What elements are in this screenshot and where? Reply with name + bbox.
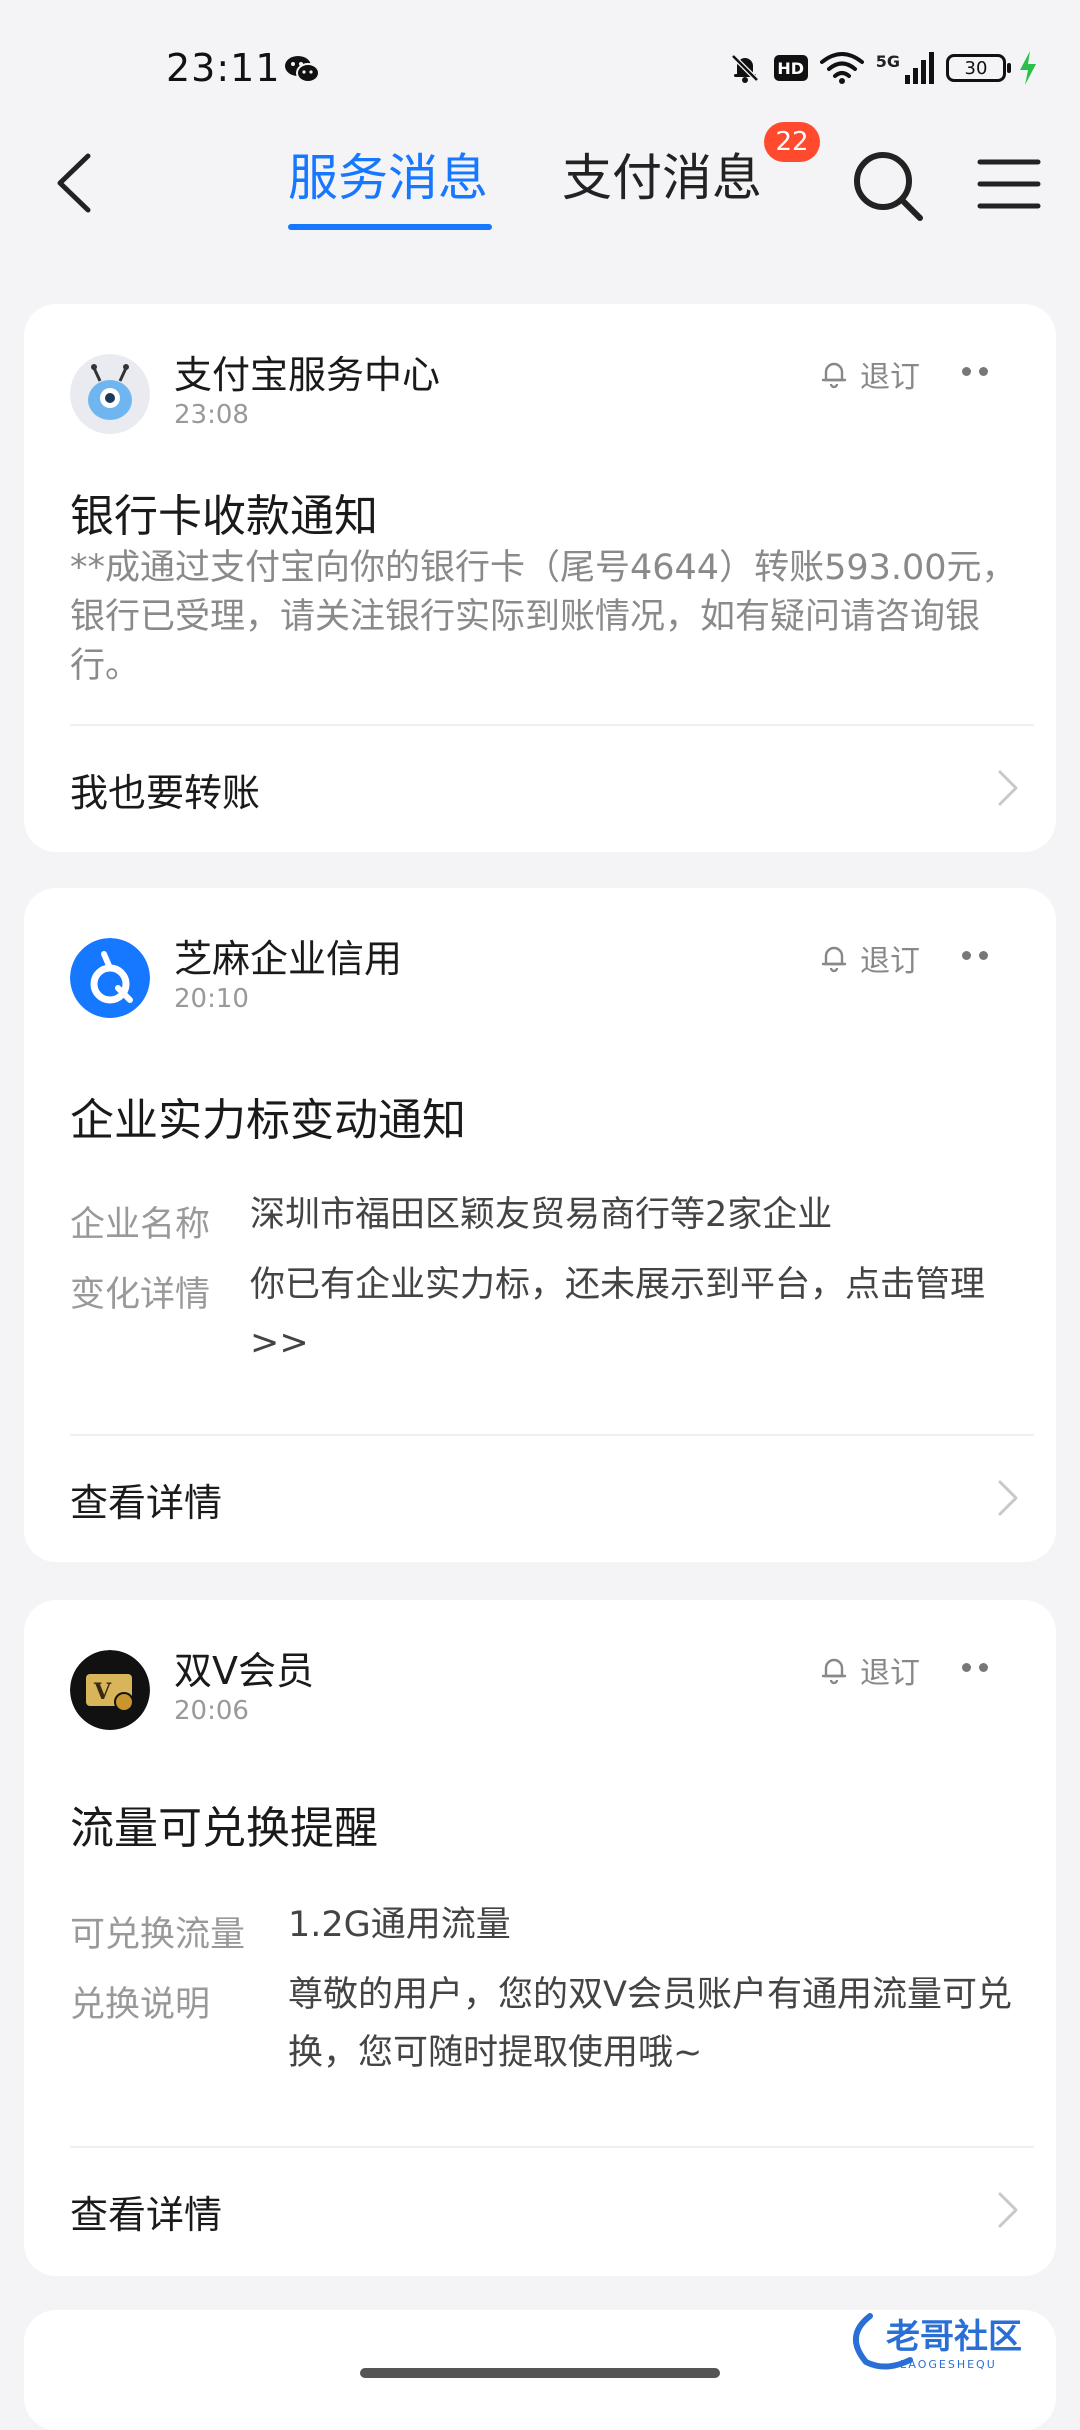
signal-icon xyxy=(905,52,934,84)
field-value: 1.2G通用流量 xyxy=(288,1905,511,1945)
watermark-text: 老哥社区 xyxy=(886,2317,1022,2357)
view-details-link[interactable]: 查看详情 xyxy=(70,1472,222,1527)
card-divider xyxy=(70,1434,1034,1436)
charging-icon xyxy=(1020,51,1036,85)
card-title: 企业实力标变动通知 xyxy=(70,1095,466,1146)
chevron-right-icon xyxy=(998,2192,1018,2228)
field-label: 兑换说明 xyxy=(70,1985,211,2025)
wechat-icon xyxy=(285,56,320,83)
bell-icon xyxy=(821,946,847,973)
card-divider xyxy=(70,724,1034,726)
active-tab-indicator xyxy=(288,224,492,230)
tab-payment-messages[interactable]: 支付消息 xyxy=(562,138,762,210)
tab-service-messages[interactable]: 服务消息 xyxy=(288,138,488,210)
chevron-right-icon xyxy=(998,1480,1018,1516)
field-value: 尊敬的用户，您的双V会员账户有通用流量可兑换，您可随时提取使用哦~ xyxy=(288,1975,1012,2073)
transfer-action-link[interactable]: 我也要转账 xyxy=(70,762,260,817)
card-title: 银行卡收款通知 xyxy=(70,491,378,542)
search-icon[interactable] xyxy=(850,148,926,224)
chevron-right-icon xyxy=(998,770,1018,806)
hd-icon: HD xyxy=(773,55,808,81)
watermark-subtext: LAOGESHEQU xyxy=(900,2358,997,2371)
message-card[interactable]: 支付宝服务中心 23:08 退订 银行卡收款通知 **成通过支付宝向你的银行卡（… xyxy=(24,304,1056,852)
status-time: 23:11 xyxy=(166,46,281,90)
message-card[interactable]: 芝麻企业信用 20:10 退订 企业实力标变动通知 企业名称 深圳市福田区颖友贸… xyxy=(24,888,1056,1562)
home-indicator[interactable] xyxy=(360,2368,720,2378)
robot-icon xyxy=(70,354,150,434)
battery-icon: 30 xyxy=(946,54,1011,82)
unsubscribe-button[interactable]: 退订 xyxy=(820,1648,920,1692)
unsubscribe-label: 退订 xyxy=(860,944,920,979)
field-label: 可兑换流量 xyxy=(70,1915,246,1955)
field-label: 变化详情 xyxy=(70,1275,211,1315)
unread-badge: 22 xyxy=(764,122,820,162)
vip-card-icon: V xyxy=(70,1650,150,1730)
wifi-icon xyxy=(819,52,864,84)
field-label: 企业名称 xyxy=(70,1205,211,1245)
card-source: 支付宝服务中心 xyxy=(174,353,441,397)
card-source: 芝麻企业信用 xyxy=(174,937,403,981)
more-options-icon[interactable] xyxy=(962,948,996,962)
card-body: **成通过支付宝向你的银行卡（尾号4644）转账593.00元，银行已受理，请关… xyxy=(70,548,1017,686)
view-details-link[interactable]: 查看详情 xyxy=(70,2184,222,2239)
unsubscribe-button[interactable]: 退订 xyxy=(820,352,920,396)
menu-icon[interactable] xyxy=(976,154,1042,214)
svg-text:V: V xyxy=(93,1679,112,1705)
card-time: 23:08 xyxy=(174,400,249,430)
mute-bell-icon xyxy=(730,54,759,83)
field-value: 深圳市福田区颖友贸易商行等2家企业 xyxy=(250,1195,833,1235)
message-card[interactable]: V 双V会员 20:06 退订 流量可兑换提醒 可兑换流量 1.2G通用流量 兑… xyxy=(24,1600,1056,2276)
battery-level: 30 xyxy=(964,57,988,79)
nav-bar: 服务消息 支付消息 22 xyxy=(0,120,1080,354)
unsubscribe-button[interactable]: 退订 xyxy=(820,936,920,980)
zhima-credit-avatar xyxy=(70,938,150,1018)
bell-icon xyxy=(821,1658,847,1685)
more-options-icon[interactable] xyxy=(962,1660,996,1674)
site-watermark: 老哥社区 LAOGESHEQU xyxy=(853,2313,1022,2371)
card-divider xyxy=(70,2146,1034,2148)
zhima-logo-icon xyxy=(70,938,150,1018)
dual-v-member-avatar: V xyxy=(70,1650,150,1730)
card-time: 20:06 xyxy=(174,1696,249,1726)
alipay-service-avatar xyxy=(70,354,150,434)
bell-icon xyxy=(821,362,847,389)
card-time: 20:10 xyxy=(174,984,249,1014)
card-source: 双V会员 xyxy=(174,1649,314,1693)
unsubscribe-label: 退订 xyxy=(860,360,920,395)
network-type: 5G xyxy=(875,51,900,71)
more-options-icon[interactable] xyxy=(962,364,996,378)
field-value[interactable]: 你已有企业实力标，还未展示到平台，点击管理>> xyxy=(250,1256,1030,1372)
back-button[interactable] xyxy=(48,148,108,218)
card-title: 流量可兑换提醒 xyxy=(70,1803,378,1854)
status-bar: 23:11 HD 5G 30 xyxy=(0,0,1080,120)
unsubscribe-label: 退订 xyxy=(860,1656,920,1691)
